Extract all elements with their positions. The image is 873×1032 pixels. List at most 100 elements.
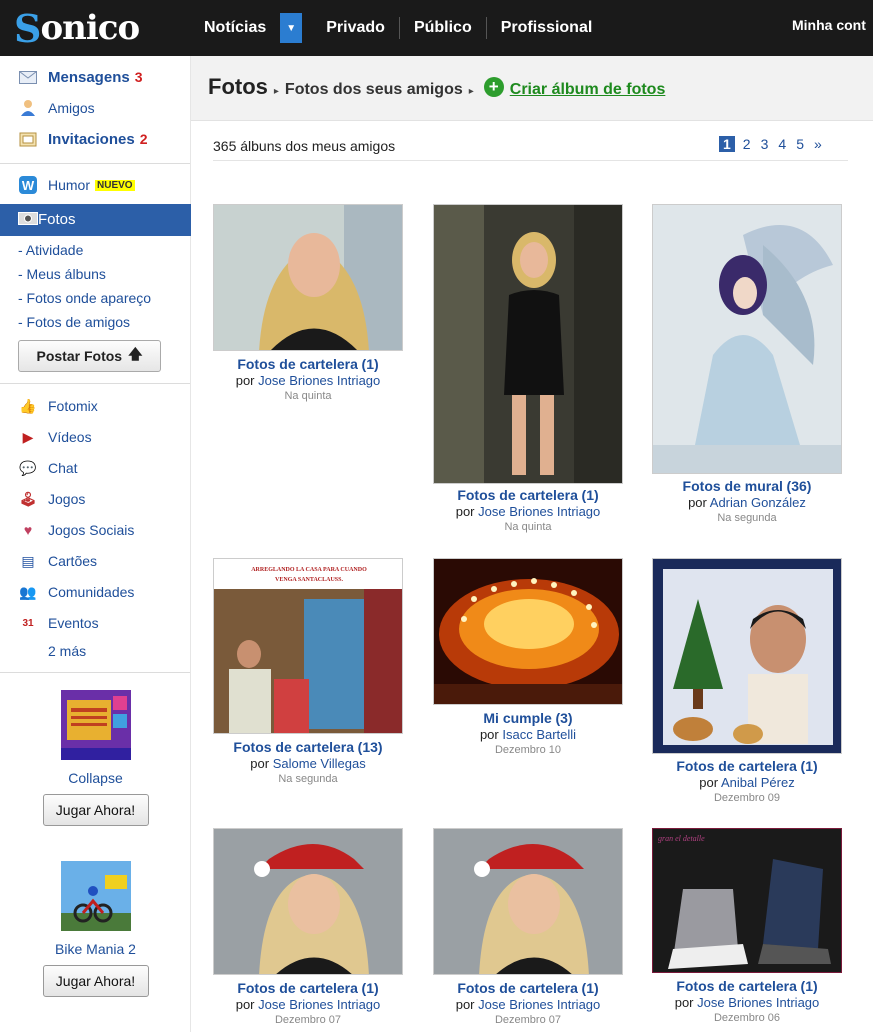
album-author-link[interactable]: Jose Briones Intriago — [258, 373, 380, 388]
card-icon: ▤ — [21, 552, 35, 569]
album-author-link[interactable]: Isacc Bartelli — [502, 727, 576, 742]
banner-text-line: VENGA SANTACLAUSS. — [275, 577, 343, 583]
sidebar-item-fotomix[interactable]: 👍 Fotomix — [18, 397, 98, 415]
banner-text-line: ARREGLANDO LA CASA PARA CUANDO — [251, 567, 367, 573]
bike-mania-game-thumbnail[interactable] — [60, 861, 131, 931]
album-author-link[interactable]: Jose Briones Intriago — [478, 997, 600, 1012]
camera-icon — [18, 210, 38, 229]
new-badge: NUEVO — [95, 179, 135, 191]
sidebar-more-link[interactable]: 2 más — [48, 643, 86, 659]
page-5[interactable]: 5 — [796, 136, 804, 152]
create-album-link[interactable]: Criar álbum de fotos — [510, 81, 666, 99]
sidebar-item-fotos[interactable]: Fotos — [0, 204, 191, 236]
breadcrumb-separator-icon: ▸ — [468, 86, 474, 97]
album-title[interactable]: Fotos de cartelera — [457, 487, 578, 503]
album-title[interactable]: Fotos de cartelera — [237, 980, 358, 996]
sidebar-divider — [0, 163, 190, 164]
album-photo[interactable]: ARREGLANDO LA CASA PARA CUANDO VENGA SANT… — [213, 558, 403, 734]
sidebar-item-jogos-sociais[interactable]: ♥ Jogos Sociais — [18, 521, 135, 539]
album-title[interactable]: Fotos de cartelera — [237, 356, 358, 372]
sidebar-item-jogos[interactable]: 🕹 Jogos — [18, 490, 85, 508]
album-photo[interactable] — [433, 828, 623, 975]
album-date: Dezembro 09 — [713, 792, 781, 804]
album-photo-count: (36) — [786, 478, 812, 494]
add-circle-icon[interactable]: + — [483, 77, 504, 97]
nav-dropdown-button[interactable]: ▼ — [280, 13, 303, 43]
community-icon: 👥 — [19, 583, 37, 600]
game-promo-collapse: Collapse Jugar Ahora! — [0, 690, 191, 826]
postar-fotos-button[interactable]: Postar Fotos 🡅 — [18, 340, 161, 372]
album-photo-count: (1) — [800, 978, 818, 994]
album-photo-count: (1) — [581, 980, 599, 996]
top-navigation-bar: Sonico Notícias ▼ Privado Público Profis… — [0, 0, 873, 56]
album-photo[interactable]: gran el detalle — [652, 828, 842, 973]
album-photo[interactable] — [433, 558, 623, 705]
album-author-link[interactable]: Jose Briones Intriago — [478, 504, 600, 519]
sidebar-item-amigos[interactable]: Amigos — [18, 99, 95, 117]
album-author-link[interactable]: Salome Villegas — [273, 756, 366, 771]
page-4[interactable]: 4 — [778, 136, 786, 152]
nav-minha-conta[interactable]: Minha cont — [792, 17, 866, 33]
page-3[interactable]: 3 — [761, 136, 769, 152]
sidebar-item-comunidades[interactable]: 👥 Comunidades — [18, 583, 134, 601]
album-title[interactable]: Fotos de cartelera — [457, 980, 578, 996]
album-title[interactable]: Mi cumple — [483, 710, 551, 726]
album-photo[interactable] — [652, 204, 842, 474]
sidebar-sub-meus-albuns[interactable]: - Meus álbuns — [18, 266, 106, 282]
sidebar-item-chat[interactable]: 💬 Chat — [18, 459, 77, 477]
breadcrumb: Fotos ▸ Fotos dos seus amigos ▸ + Criar … — [208, 74, 665, 100]
page-title[interactable]: Fotos — [208, 74, 268, 100]
collapse-game-thumbnail[interactable] — [60, 690, 131, 760]
album-count: 365 álbuns dos meus amigos — [213, 138, 396, 154]
arrow-up-icon: 🡅 — [128, 346, 143, 362]
sidebar-item-v-deos[interactable]: ▶ Vídeos — [18, 428, 92, 446]
sidebar-sub-fotos-onde-apareco[interactable]: - Fotos onde apareço — [18, 290, 151, 306]
breadcrumb-friends-photos[interactable]: Fotos dos seus amigos — [285, 81, 463, 99]
sidebar-item-eventos[interactable]: 31 Eventos — [18, 614, 98, 632]
page-1[interactable]: 1 — [719, 136, 735, 152]
sidebar-item-invitaciones[interactable]: Invitaciones 2 — [18, 130, 148, 148]
album-title[interactable]: Fotos de cartelera — [676, 758, 797, 774]
hand-icon: 👍 — [19, 397, 37, 414]
nav-privado[interactable]: Privado — [312, 17, 400, 39]
sidebar-sub-atividade[interactable]: - Atividade — [18, 242, 83, 258]
next-pages-icon[interactable]: » — [814, 136, 822, 152]
social-games-icon: ♥ — [23, 522, 33, 538]
nav-noticias[interactable]: Notícias — [190, 17, 280, 39]
album-photo[interactable] — [652, 558, 842, 754]
person-icon — [18, 99, 38, 117]
album-author-link[interactable]: Adrian González — [710, 495, 806, 510]
album-photo[interactable] — [213, 828, 403, 975]
album-author-link[interactable]: Anibal Pérez — [721, 775, 795, 790]
album-photo[interactable] — [213, 204, 403, 351]
play-now-button[interactable]: Jugar Ahora! — [42, 794, 149, 826]
invitation-icon — [18, 130, 38, 148]
album-author-link[interactable]: Jose Briones Intriago — [697, 995, 819, 1010]
game-promo-bike-mania: Bike Mania 2 Jugar Ahora! — [0, 861, 191, 997]
pagination: 1 2 3 4 5 » — [719, 136, 832, 152]
sidebar-sub-fotos-de-amigos[interactable]: - Fotos de amigos — [18, 314, 130, 330]
game-name[interactable]: Collapse — [0, 770, 191, 786]
sidebar-item-humor[interactable]: W Humor NUEVO — [18, 176, 135, 194]
sonico-logo[interactable]: Sonico — [14, 6, 140, 51]
page-2[interactable]: 2 — [743, 136, 751, 152]
joystick-icon: 🕹 — [19, 490, 37, 507]
sidebar-item-mensagens[interactable]: Mensagens 3 — [18, 68, 143, 86]
album-title[interactable]: Fotos de mural — [683, 478, 783, 494]
sidebar-divider — [0, 672, 190, 673]
album-date: Dezembro 07 — [274, 1014, 342, 1026]
album-title[interactable]: Fotos de cartelera — [676, 978, 797, 994]
nav-profissional[interactable]: Profissional — [487, 17, 607, 39]
svg-text:W: W — [22, 178, 35, 193]
album-date: Dezembro 07 — [494, 1014, 562, 1026]
album-author-link[interactable]: Jose Briones Intriago — [258, 997, 380, 1012]
game-name[interactable]: Bike Mania 2 — [0, 941, 191, 957]
album-title[interactable]: Fotos de cartelera — [233, 739, 354, 755]
album-date: Na segunda — [278, 773, 338, 785]
page-header: Fotos ▸ Fotos dos seus amigos ▸ + Criar … — [191, 56, 873, 121]
left-sidebar: Mensagens 3 Amigos Invitaciones 2 W Humor N… — [0, 56, 191, 1032]
nav-publico[interactable]: Público — [400, 17, 487, 39]
album-photo[interactable] — [433, 204, 623, 484]
play-now-button[interactable]: Jugar Ahora! — [42, 965, 149, 997]
sidebar-item-cart-es[interactable]: ▤ Cartões — [18, 552, 97, 570]
